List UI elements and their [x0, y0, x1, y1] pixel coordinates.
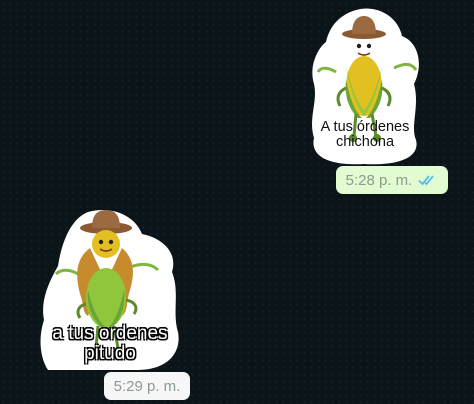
message-timestamp: 5:29 p. m.	[104, 372, 190, 400]
outgoing-sticker[interactable]: A tus órdenes chichona	[306, 6, 424, 166]
message-timestamp: 5:28 p. m.	[336, 166, 448, 194]
message-time: 5:29 p. m.	[113, 377, 181, 395]
caption-line: A tus órdenes	[320, 119, 410, 135]
caption-line: pitudo	[84, 342, 136, 364]
caption-line: a tus ordenes	[52, 323, 168, 344]
sticker-caption: a tus ordenes pitudo	[38, 324, 182, 364]
sticker-caption: A tus órdenes chichona	[306, 119, 424, 151]
message-time: 5:28 p. m.	[345, 171, 413, 189]
caption-line: chichona	[335, 134, 395, 151]
double-check-icon	[418, 175, 435, 186]
incoming-sticker[interactable]: a tus ordenes pitudo	[38, 208, 182, 372]
